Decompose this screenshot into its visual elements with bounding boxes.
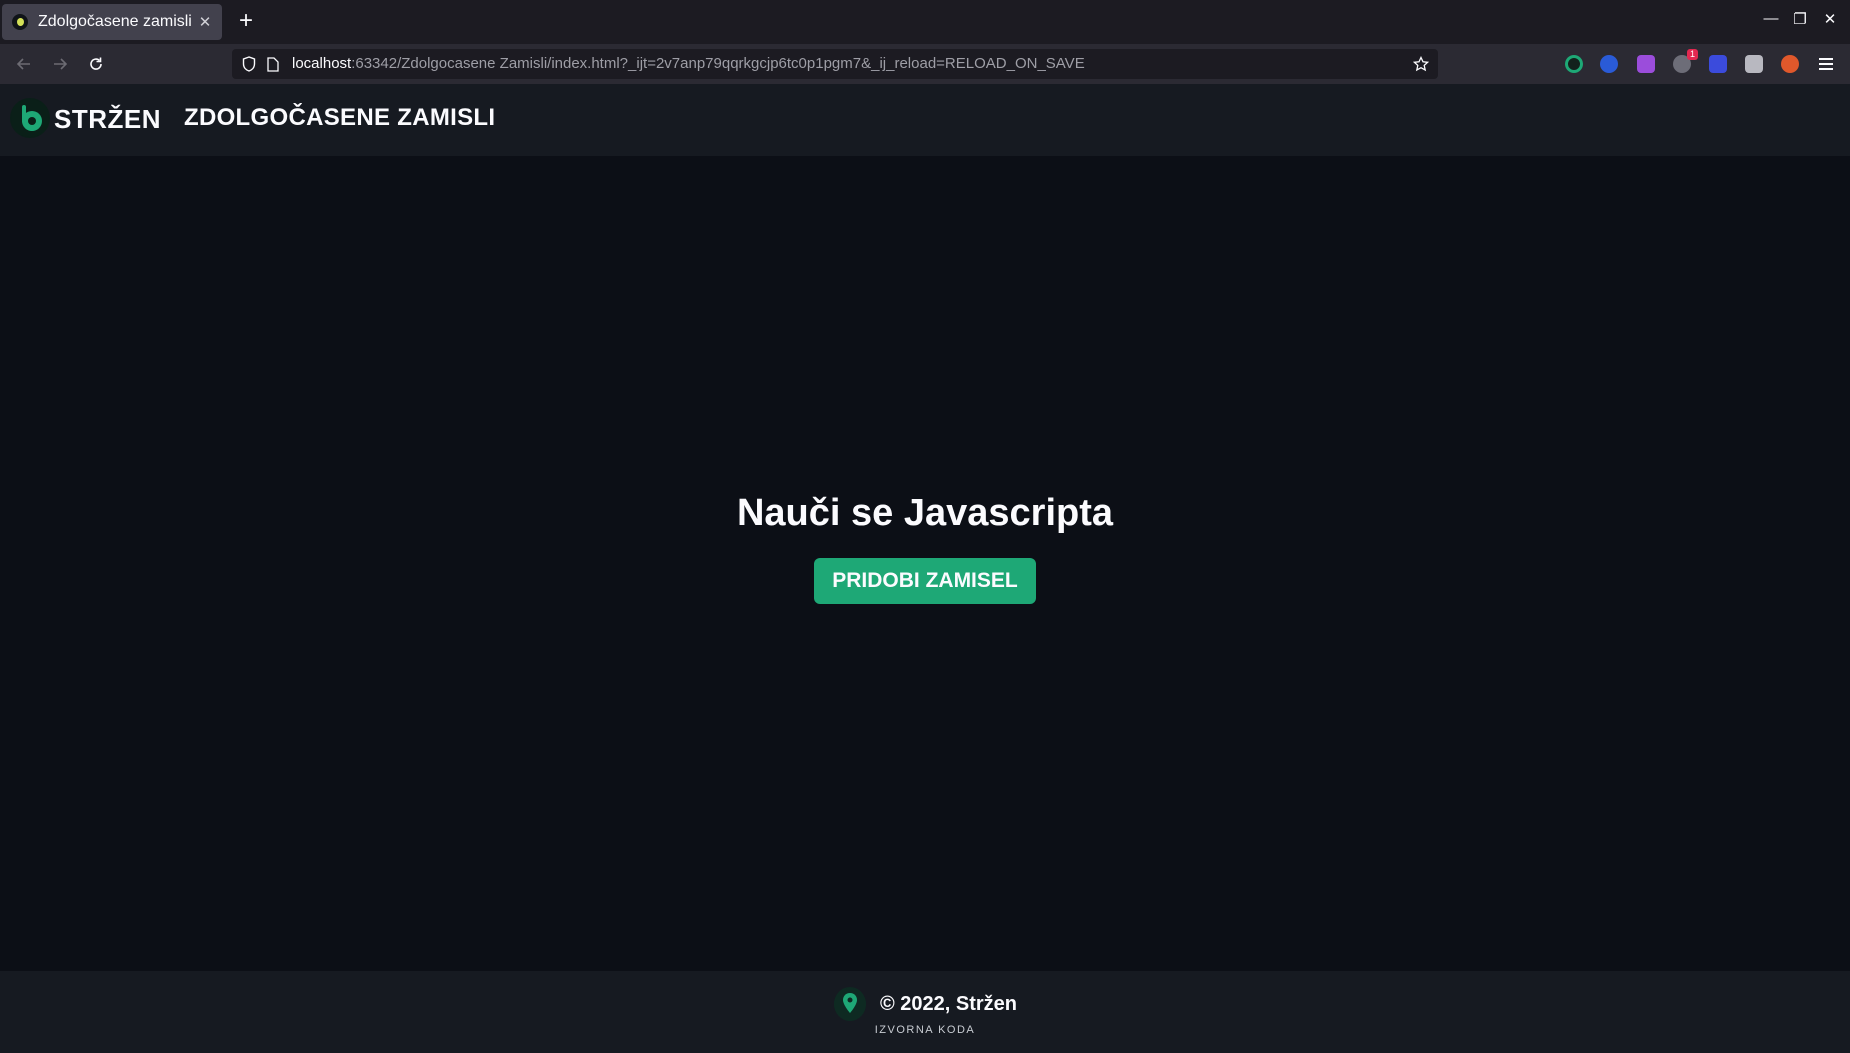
url-host: localhost — [292, 55, 352, 72]
extension-brand-icon[interactable] — [1565, 55, 1583, 73]
back-button[interactable] — [10, 50, 38, 78]
tab-title: Zdolgočasene zamisli — [38, 13, 192, 30]
extension-music-icon[interactable] — [1600, 55, 1618, 73]
arrow-left-icon — [16, 58, 30, 70]
site-title[interactable]: ZDOLGOČASENE ZAMISLI — [184, 104, 495, 132]
browser-tab[interactable]: Zdolgočasene zamisli ✕ — [2, 4, 222, 40]
restore-icon[interactable]: ❐ — [1789, 10, 1811, 28]
brand-logo[interactable] — [10, 98, 50, 138]
favicon-icon — [12, 14, 28, 30]
brand-name[interactable]: STRŽEN — [54, 104, 161, 135]
extension-cube-icon[interactable] — [1637, 55, 1655, 73]
reload-icon — [90, 57, 102, 70]
main-content: Nauči se Javascripta PRIDOBI ZAMISEL — [0, 156, 1850, 971]
bookmark-star-icon[interactable] — [1412, 55, 1430, 73]
browser-tab-bar: Zdolgočasene zamisli ✕ + — ❐ ✕ — [0, 0, 1850, 44]
get-idea-button[interactable]: PRIDOBI ZAMISEL — [814, 558, 1036, 604]
address-bar[interactable]: localhost:63342/Zdolgocasene Zamisli/ind… — [232, 49, 1438, 79]
extension-puzzle-icon[interactable] — [1745, 55, 1763, 73]
close-tab-icon[interactable]: ✕ — [198, 13, 212, 31]
footer-copyright: © 2022, Stržen — [880, 993, 1018, 1015]
extension-badge-icon[interactable]: 1 — [1673, 49, 1698, 73]
map-pin-icon — [834, 987, 866, 1021]
minimize-icon[interactable]: — — [1760, 10, 1782, 27]
extension-chat-icon[interactable] — [1709, 55, 1727, 73]
source-code-link[interactable]: IZVORNA KODA — [0, 1024, 1850, 1036]
shield-icon[interactable] — [240, 55, 258, 73]
url-path: :63342/Zdolgocasene Zamisli/index.html?_… — [351, 55, 1085, 72]
site-footer: © 2022, Stržen IZVORNA KODA — [0, 971, 1850, 1053]
close-window-icon[interactable]: ✕ — [1819, 10, 1841, 28]
extension-duck-icon[interactable] — [1781, 55, 1799, 73]
extension-badge-count: 1 — [1686, 49, 1698, 60]
site-header: STRŽEN ZDOLGOČASENE ZAMISLI — [0, 84, 1850, 156]
arrow-right-icon — [54, 58, 68, 70]
hamburger-menu-icon[interactable] — [1818, 56, 1834, 72]
reload-button[interactable] — [82, 50, 110, 78]
idea-headline: Nauči se Javascripta — [736, 492, 1113, 534]
new-tab-button[interactable]: + — [232, 8, 260, 36]
page-info-icon[interactable] — [264, 55, 282, 73]
url-text[interactable]: localhost:63342/Zdolgocasene Zamisli/ind… — [292, 55, 1085, 72]
forward-button[interactable] — [46, 50, 74, 78]
browser-nav-bar: localhost:63342/Zdolgocasene Zamisli/ind… — [0, 44, 1850, 84]
